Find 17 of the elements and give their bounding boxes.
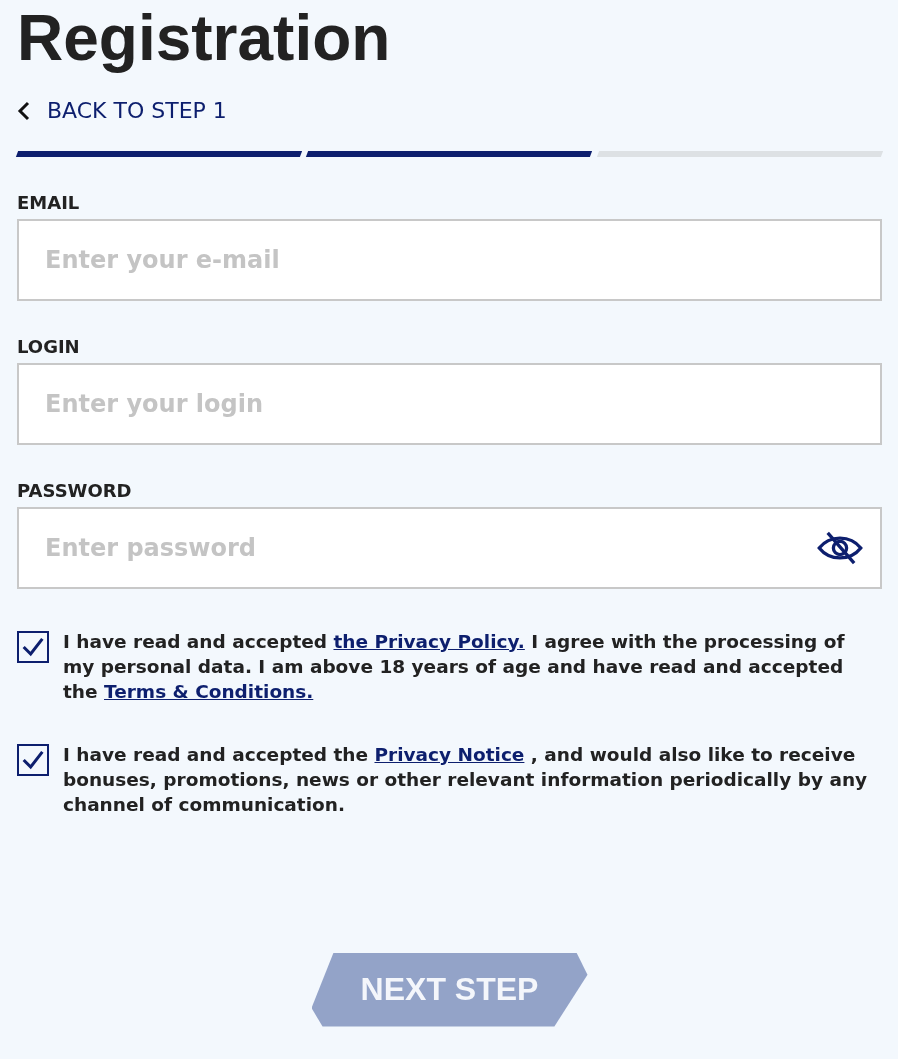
consent-link[interactable]: the Privacy Policy. [333,630,525,652]
page-title: Registration [17,1,392,74]
field-label: PASSWORD [17,478,133,503]
consent-text: I have read and accepted the Privacy Policy. I agree with the processing of my personal data. I am above 18 years of age and have read and accepted the Terms & Conditions. [63,629,846,704]
field-label: EMAIL [17,190,81,215]
chevron-left-icon [17,100,31,121]
checkbox[interactable] [17,630,49,663]
field-label: LOGIN [17,334,81,359]
eye-slash-icon[interactable] [816,530,864,565]
consent-link[interactable]: Terms & Conditions. [104,680,314,702]
checkbox[interactable] [17,743,49,776]
input-field[interactable]: Enter password [17,506,882,589]
input-field[interactable]: Enter your login [17,362,882,445]
consent-text: I have read and accepted the Privacy Notice , and would also like to receive bonuses, promotions, news or other relevant information periodically by any channel of communication. [63,742,869,817]
consent-link[interactable]: Privacy Notice [374,743,525,765]
input-field[interactable]: Enter your e-mail [17,218,882,301]
back-link[interactable]: BACK TO STEP 1 [17,98,227,123]
